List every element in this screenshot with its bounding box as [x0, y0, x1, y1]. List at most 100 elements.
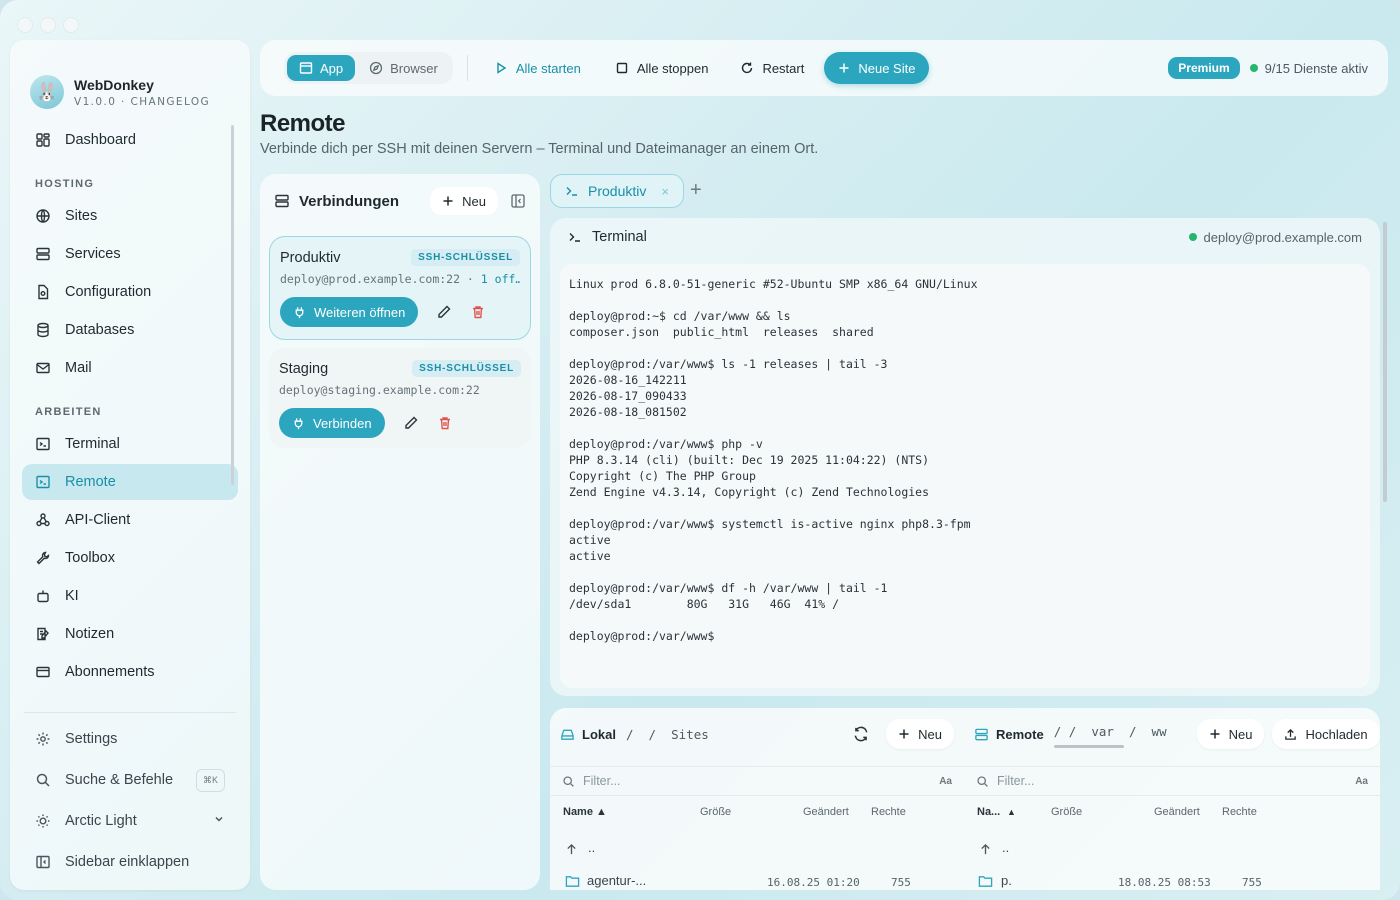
sidebar-item-sites[interactable]: Sites	[22, 198, 238, 234]
path-scrollbar[interactable]	[1053, 744, 1124, 748]
case-sensitive-toggle[interactable]: Aa	[1355, 776, 1368, 787]
remote-filter-input[interactable]: Filter... Aa	[964, 766, 1380, 796]
maximize-window-button[interactable]	[64, 18, 78, 32]
path-segment[interactable]: Sites	[671, 727, 709, 742]
remote-new-label: Neu	[1228, 726, 1253, 742]
notes-icon	[35, 626, 51, 642]
local-file-pane: Lokal / / Sites Neu Filter... Aa Name ▲ …	[550, 708, 964, 890]
app-mode-button[interactable]: App	[287, 55, 356, 81]
table-row[interactable]: p. 18.08.25 08:53 755	[964, 872, 1380, 890]
chevron-down-icon	[213, 813, 225, 829]
sidebar-item-notizen[interactable]: Notizen	[22, 616, 238, 652]
plus-icon	[443, 196, 453, 206]
sun-icon	[35, 813, 51, 829]
top-toolbar: App Browser Alle starten Alle stoppen Re…	[260, 40, 1388, 96]
start-all-button[interactable]: Alle starten	[482, 52, 593, 84]
sidebar-item-ki[interactable]: KI	[22, 578, 238, 614]
case-sensitive-toggle[interactable]: Aa	[939, 776, 952, 787]
terminal-panel: Terminal deploy@prod.example.com Linux p…	[550, 218, 1380, 696]
parent-dir-row[interactable]: ..	[964, 840, 1380, 860]
local-filter-input[interactable]: Filter... Aa	[550, 766, 964, 796]
parent-dir-label: ..	[588, 840, 596, 855]
connection-card-staging[interactable]: Staging SSH-SCHLÜSSEL deploy@staging.exa…	[269, 348, 531, 448]
col-size[interactable]: Größe	[700, 806, 731, 818]
sidebar-item-api-client[interactable]: API-Client	[22, 502, 238, 538]
trash-icon[interactable]	[470, 304, 486, 320]
sidebar-item-remote[interactable]: Remote	[22, 464, 238, 500]
col-modified[interactable]: Geändert	[1154, 806, 1200, 818]
sidebar-item-label: Notizen	[65, 626, 115, 642]
file-perms: 755	[1242, 876, 1262, 889]
file-name: p.	[1001, 873, 1012, 888]
add-tab-button[interactable]: +	[690, 179, 702, 202]
connections-title-label: Verbindungen	[299, 192, 400, 210]
parent-dir-row[interactable]: ..	[550, 840, 964, 860]
path-segment[interactable]: ww	[1152, 724, 1167, 739]
minimize-window-button[interactable]	[41, 18, 55, 32]
folder-icon	[978, 876, 993, 887]
sidebar-item-search[interactable]: Suche & Befehle ⌘K	[22, 761, 238, 799]
terminal-output[interactable]: Linux prod 6.8.0-51-generic #52-Ubuntu S…	[560, 264, 1370, 688]
sidebar-item-services[interactable]: Services	[22, 236, 238, 272]
wrench-icon	[35, 550, 51, 566]
remote-new-button[interactable]: Neu	[1196, 719, 1265, 749]
pencil-icon[interactable]	[403, 415, 419, 431]
col-size[interactable]: Größe	[1051, 806, 1082, 818]
open-another-button[interactable]: Weiteren öffnen	[280, 297, 419, 327]
session-tab-produktiv[interactable]: Produktiv ×	[550, 174, 684, 208]
status-dot-icon	[1188, 233, 1197, 241]
refresh-icon[interactable]	[852, 725, 870, 743]
sidebar-item-toolbox[interactable]: Toolbox	[22, 540, 238, 576]
remote-path[interactable]: / / var / ww	[1053, 724, 1167, 748]
nav-section-hosting: HOSTING	[35, 178, 95, 190]
tab-close-icon[interactable]: ×	[661, 184, 669, 199]
upload-button[interactable]: Hochladen	[1272, 719, 1380, 749]
remote-pane-header: Remote / / var / ww Neu Hochladen	[964, 708, 1380, 760]
sidebar-collapse-button[interactable]: Sidebar einklappen	[22, 843, 238, 881]
connection-card-produktiv[interactable]: Produktiv SSH-SCHLÜSSEL deploy@prod.exam…	[269, 236, 531, 340]
browser-mode-button[interactable]: Browser	[357, 55, 450, 81]
col-perms[interactable]: Rechte	[871, 806, 906, 818]
window-icon	[299, 62, 313, 74]
connection-host-label: deploy@prod.example.com:22 ·	[280, 272, 481, 286]
brand-name: WebDonkey	[74, 76, 154, 93]
main-scrollbar[interactable]	[1383, 222, 1387, 502]
sidebar-item-abonnements[interactable]: Abonnements	[22, 654, 238, 690]
sidebar-item-terminal[interactable]: Terminal	[22, 426, 238, 462]
col-modified[interactable]: Geändert	[803, 806, 849, 818]
trash-icon[interactable]	[437, 415, 453, 431]
new-connection-button[interactable]: Neu	[430, 187, 498, 215]
path-segment[interactable]: var	[1091, 724, 1114, 739]
auth-badge: SSH-SCHLÜSSEL	[411, 249, 520, 266]
brand[interactable]: 🐰 WebDonkey V1.0.0 · CHANGELOG	[10, 40, 250, 120]
panel-collapse-icon[interactable]	[510, 193, 526, 209]
new-site-button[interactable]: Neue Site	[824, 52, 930, 84]
main-nav: Dashboard HOSTING Sites Services Configu…	[22, 122, 238, 692]
stop-all-button[interactable]: Alle stoppen	[603, 52, 721, 84]
theme-selector[interactable]: Arctic Light	[22, 802, 238, 840]
local-new-button[interactable]: Neu	[886, 719, 954, 749]
sidebar-item-databases[interactable]: Databases	[22, 312, 238, 348]
sidebar-item-dashboard[interactable]: Dashboard	[22, 122, 238, 158]
window-controls	[18, 18, 78, 32]
col-name[interactable]: Na...	[977, 806, 1000, 818]
remote-location: Remote	[974, 727, 1044, 742]
sidebar-item-configuration[interactable]: Configuration	[22, 274, 238, 310]
col-name[interactable]: Name ▲	[563, 806, 607, 818]
view-mode-toggle: App Browser	[284, 52, 453, 84]
col-perms[interactable]: Rechte	[1222, 806, 1257, 818]
connect-button[interactable]: Verbinden	[279, 408, 385, 438]
sidebar-item-settings[interactable]: Settings	[22, 720, 238, 758]
path-root[interactable]: /	[626, 727, 634, 742]
brand-version[interactable]: V1.0.0 · CHANGELOG	[74, 96, 210, 108]
path-root[interactable]: /	[1054, 724, 1062, 739]
close-window-button[interactable]	[18, 18, 32, 32]
sidebar-scrollbar[interactable]	[231, 125, 234, 485]
sidebar-item-label: Dashboard	[65, 132, 136, 148]
sidebar-item-label: Toolbox	[65, 550, 115, 566]
table-row[interactable]: agentur-... 16.08.25 01:20 755	[550, 872, 964, 890]
pencil-icon[interactable]	[436, 304, 452, 320]
sidebar-item-mail[interactable]: Mail	[22, 350, 238, 386]
remote-column-headers: Na... ▲ Größe Geändert Rechte	[964, 804, 1380, 822]
restart-button[interactable]: Restart	[728, 52, 816, 84]
